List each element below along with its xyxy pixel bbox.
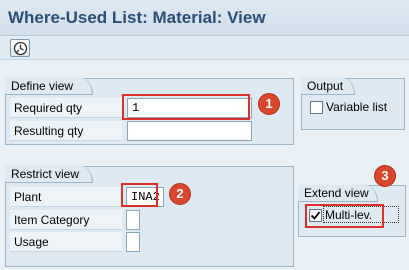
annotation-badge-1: 1 [258,93,280,115]
usage-label: Usage [10,232,122,252]
highlight-required-qty [122,94,250,120]
toolbar [0,36,409,60]
variable-list-label: Variable list [326,100,388,114]
plant-label: Plant [10,187,122,207]
usage-input[interactable] [126,232,140,252]
item-category-label: Item Category [10,210,122,230]
extend-view-title: Extend view [298,185,378,202]
restrict-view-title: Restrict view [5,166,93,183]
resulting-qty-label: Resulting qty [10,121,122,141]
resulting-qty-input[interactable] [127,121,252,141]
window-title: Where-Used List: Material: View [0,0,409,36]
output-title: Output [301,78,355,95]
clock-execute-icon [13,41,28,56]
restrict-view-group: Restrict view Plant INA2 Item Category U… [5,166,294,267]
annotation-badge-3: 3 [374,165,396,187]
execute-button[interactable] [10,39,30,57]
highlight-multi-level [305,204,384,228]
item-category-input[interactable] [126,210,140,230]
highlight-plant [121,183,158,207]
required-qty-label: Required qty [10,98,122,118]
variable-list-checkbox[interactable] [310,101,323,114]
define-view-title: Define view [5,78,93,95]
annotation-badge-2: 2 [169,183,191,205]
output-group: Output Variable list [301,78,405,130]
